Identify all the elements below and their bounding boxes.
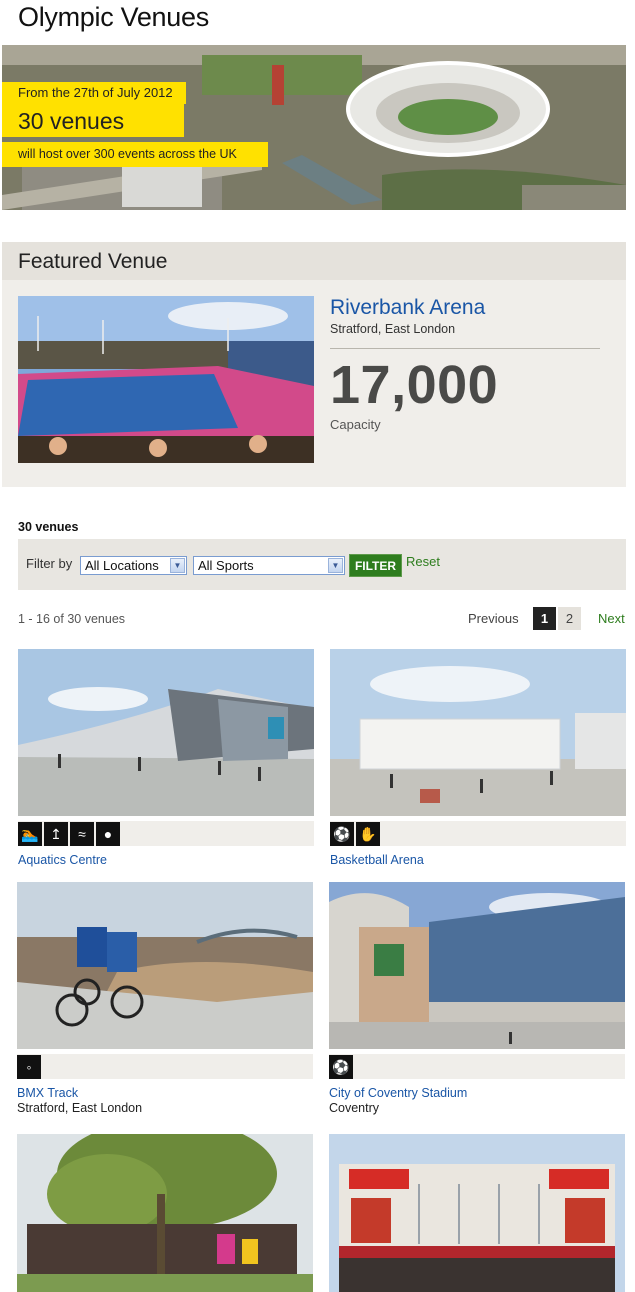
venue-card[interactable]	[329, 1134, 625, 1292]
hero-venue-count: 30 venues	[2, 104, 184, 137]
venue-location: Coventry	[329, 1101, 380, 1115]
divider	[330, 348, 600, 349]
chevron-down-icon[interactable]: ▼	[328, 558, 343, 573]
venue-card[interactable]: ◦ BMX Track Stratford, East London	[17, 882, 313, 1115]
venue-name-link[interactable]: Aquatics Centre	[18, 853, 314, 867]
football-icon[interactable]: ⚽	[329, 1055, 353, 1079]
sport-icons: 🏊 ↥ ≈ ●	[18, 821, 314, 846]
hero-events-text: will host over 300 events across the UK	[2, 142, 268, 167]
hero-banner: From the 27th of July 2012 30 venues wil…	[2, 45, 626, 210]
venue-card[interactable]: 🏊 ↥ ≈ ● Aquatics Centre	[18, 649, 314, 867]
venue-name-link[interactable]: BMX Track	[17, 1086, 313, 1100]
featured-venue-location: Stratford, East London	[330, 322, 456, 336]
venue-card[interactable]: ⚽ ✋ Basketball Arena	[330, 649, 626, 867]
page-1-button[interactable]: 1	[533, 607, 556, 630]
handball-icon[interactable]: ✋	[356, 822, 380, 846]
venue-card[interactable]: ⚽ City of Coventry Stadium Coventry	[329, 882, 625, 1115]
sport-icons: ⚽ ✋	[330, 821, 626, 846]
filter-button[interactable]: FILTER	[349, 554, 402, 577]
synchronised-swimming-icon[interactable]: ≈	[70, 822, 94, 846]
sport-select[interactable]: All Sports ▼	[193, 556, 345, 575]
venue-name-link[interactable]: City of Coventry Stadium	[329, 1086, 625, 1100]
capacity-label: Capacity	[330, 417, 381, 432]
venue-image[interactable]	[329, 1134, 625, 1292]
filter-bar: Filter by All Locations ▼ All Sports ▼ F…	[18, 539, 626, 590]
cycling-bmx-icon[interactable]: ◦	[17, 1055, 41, 1079]
sport-icons: ⚽	[329, 1054, 625, 1079]
venue-card[interactable]	[17, 1119, 313, 1292]
featured-venue-header: Featured Venue	[2, 242, 626, 280]
city-of-coventry-stadium-image[interactable]	[329, 882, 625, 1049]
venue-count: 30 venues	[18, 520, 79, 534]
diving-icon[interactable]: ↥	[44, 822, 68, 846]
basketball-icon[interactable]: ⚽	[330, 822, 354, 846]
featured-venue-heading: Featured Venue	[18, 250, 168, 273]
venue-location: Stratford, East London	[17, 1101, 143, 1115]
featured-venue-image[interactable]	[18, 296, 314, 463]
venue-image[interactable]	[17, 1119, 313, 1292]
sport-select-value: All Sports	[198, 558, 254, 573]
aquatics-centre-image[interactable]	[18, 649, 314, 816]
location-select-value: All Locations	[85, 558, 159, 573]
results-range: 1 - 16 of 30 venues	[18, 612, 126, 626]
next-page-link[interactable]: Next	[598, 611, 625, 626]
filter-label: Filter by	[26, 556, 73, 571]
previous-page-link[interactable]: Previous	[468, 611, 519, 626]
page-title: Olympic Venues	[18, 2, 209, 32]
featured-venue-name-link[interactable]: Riverbank Arena	[330, 296, 485, 320]
chevron-down-icon[interactable]: ▼	[170, 558, 185, 573]
featured-venue-panel: Featured Venue Riverbank Arena Stratford…	[2, 242, 626, 487]
basketball-arena-image[interactable]	[330, 649, 626, 816]
featured-venue-capacity: 17,000	[330, 355, 499, 415]
reset-link[interactable]: Reset	[406, 554, 440, 569]
location-select[interactable]: All Locations ▼	[80, 556, 187, 575]
sport-icons: ◦	[17, 1054, 313, 1079]
bmx-track-image[interactable]	[17, 882, 313, 1049]
venue-name-link[interactable]: Basketball Arena	[330, 853, 626, 867]
page-2-button[interactable]: 2	[558, 607, 581, 630]
swimming-icon[interactable]: 🏊	[18, 822, 42, 846]
hero-date-text: From the 27th of July 2012	[2, 82, 186, 104]
water-polo-icon[interactable]: ●	[96, 822, 120, 846]
